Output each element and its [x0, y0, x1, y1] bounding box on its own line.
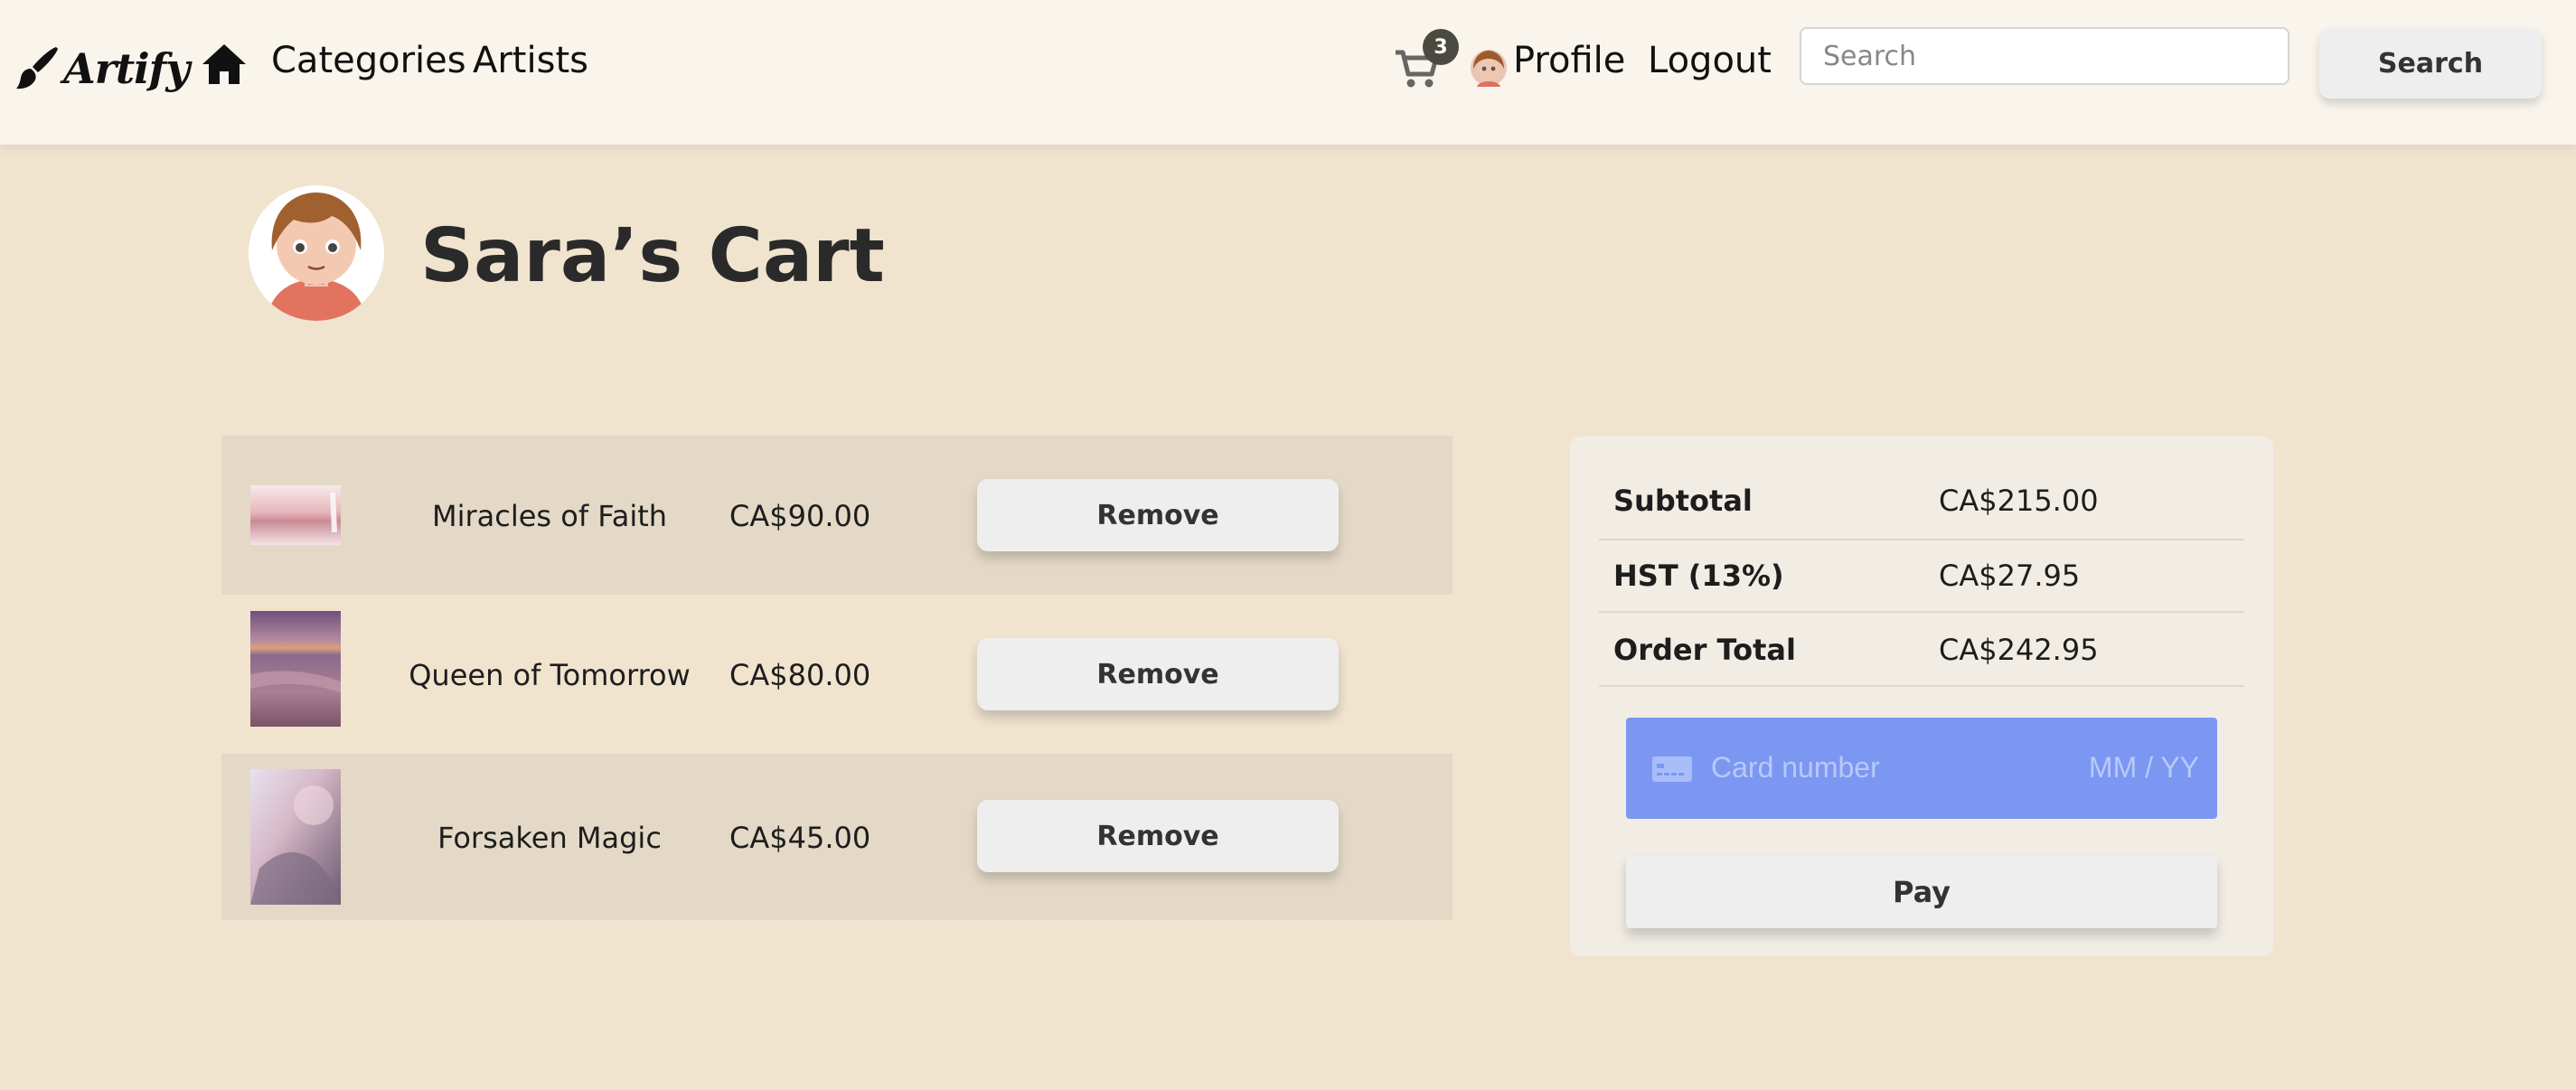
- item-price: CA$80.00: [729, 658, 871, 692]
- nav-link-profile[interactable]: Profile: [1513, 40, 1625, 81]
- summary-row-subtotal: Subtotal CA$215.00: [1599, 437, 2244, 540]
- credit-card-icon: [1652, 756, 1692, 782]
- search-input[interactable]: [1800, 27, 2289, 85]
- cart-row: Miracles of Faith CA$90.00 Remove: [221, 436, 1453, 595]
- brand-name: Artify: [63, 44, 190, 93]
- summary-value: CA$27.95: [1939, 559, 2081, 593]
- summary-row-total: Order Total CA$242.95: [1599, 613, 2244, 687]
- card-number-input[interactable]: Card number: [1711, 751, 1880, 785]
- remove-button[interactable]: Remove: [977, 479, 1339, 551]
- artwork-thumbnail[interactable]: [250, 485, 341, 545]
- artwork-thumbnail[interactable]: [250, 611, 341, 727]
- remove-button[interactable]: Remove: [977, 638, 1339, 710]
- summary-label: Order Total: [1613, 633, 1796, 667]
- item-title[interactable]: Forsaken Magic: [402, 821, 697, 855]
- nav-link-categories[interactable]: Categories: [271, 40, 466, 81]
- order-summary: Subtotal CA$215.00 HST (13%) CA$27.95 Or…: [1570, 437, 2273, 956]
- brand-logo[interactable]: Artify: [16, 38, 190, 99]
- item-title[interactable]: Miracles of Faith: [402, 499, 697, 533]
- navbar: Artify Categories Artists 3 Profile Logo…: [0, 0, 2576, 145]
- summary-value: CA$215.00: [1939, 484, 2099, 518]
- card-expiry-input[interactable]: MM / YY: [2089, 751, 2199, 785]
- cart-items-table: Miracles of Faith CA$90.00 Remove Queen …: [221, 436, 1453, 920]
- avatar: [249, 185, 384, 321]
- cart-row: Queen of Tomorrow CA$80.00 Remove: [221, 595, 1453, 754]
- item-title[interactable]: Queen of Tomorrow: [402, 658, 697, 692]
- nav-link-logout[interactable]: Logout: [1648, 40, 1772, 81]
- summary-row-tax: HST (13%) CA$27.95: [1599, 539, 2244, 613]
- remove-button[interactable]: Remove: [977, 800, 1339, 872]
- cart-count-badge: 3: [1423, 29, 1459, 65]
- item-price: CA$90.00: [729, 499, 871, 533]
- paintbrush-icon: [16, 47, 58, 89]
- profile-avatar-icon[interactable]: [1470, 49, 1508, 87]
- cart-row: Forsaken Magic CA$45.00 Remove: [221, 754, 1453, 920]
- summary-label: HST (13%): [1613, 559, 1784, 593]
- summary-label: Subtotal: [1613, 484, 1753, 518]
- artwork-thumbnail[interactable]: [250, 769, 341, 905]
- search-button[interactable]: Search: [2319, 28, 2542, 99]
- home-icon[interactable]: [201, 42, 248, 86]
- page-title: Sara’s Cart: [420, 213, 885, 299]
- summary-value: CA$242.95: [1939, 633, 2099, 667]
- pay-button[interactable]: Pay: [1626, 856, 2217, 928]
- item-price: CA$45.00: [729, 821, 871, 855]
- card-input-field[interactable]: Card number MM / YY: [1626, 718, 2217, 819]
- nav-link-artists[interactable]: Artists: [473, 40, 588, 81]
